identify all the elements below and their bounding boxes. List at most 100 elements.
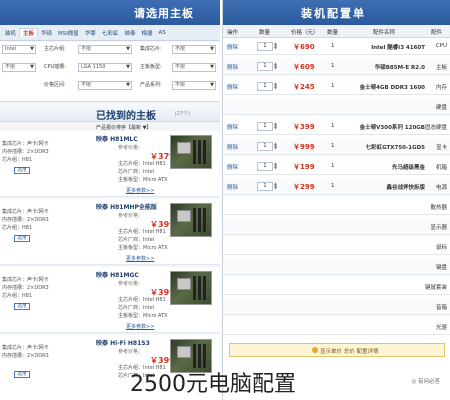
product-left-spec: 内存插槽：2×DDR3	[2, 217, 49, 223]
row-category: 硬盘	[435, 105, 447, 111]
product-name[interactable]: 映泰 Hi-Fi H81S3	[96, 338, 150, 347]
product-left-spec: 芯片组：H81	[2, 157, 33, 163]
row-part-name[interactable]: Intel 酷睿i3 4160T	[347, 43, 425, 51]
column-header: 数量	[259, 30, 271, 36]
select-product-button[interactable]: 选用	[14, 235, 30, 242]
product-spec: 主芯片组：Intel H81	[118, 161, 166, 167]
cpu-socket-select[interactable]: LGA 1150 ▼	[78, 63, 132, 72]
product-left-spec: 内存插槽：2×DDR3	[2, 285, 49, 291]
row-category: 音箱	[435, 305, 447, 311]
row-part-name[interactable]: 华硕B85M-E R2.0	[347, 63, 425, 71]
filter-label: 主板板型:	[140, 64, 162, 70]
build-row: 删除 1 ▲ ▼ ￥199 1 先马超级黑金 机箱	[223, 159, 450, 175]
delete-link[interactable]: 删除	[227, 43, 238, 51]
quantity-stepper[interactable]: 1	[257, 42, 273, 51]
motherboard-image[interactable]	[170, 135, 212, 169]
row-part-name[interactable]: 鑫谷战斧快拆版	[347, 183, 425, 191]
stepper-arrows-icon[interactable]: ▲ ▼	[274, 142, 277, 150]
build-row: 硬盘	[223, 99, 450, 115]
product-spec: 芯片厂商：Intel	[118, 169, 155, 175]
quantity-stepper[interactable]: 1	[257, 122, 273, 131]
product-spec: 主芯片组：Intel H81	[118, 297, 166, 303]
row-part-name[interactable]: 金士顿4GB DDR3 1600	[347, 83, 425, 91]
build-row: 鼠标	[223, 239, 450, 255]
row-part-name[interactable]: 七彩虹GTX750-1GD5	[347, 143, 425, 151]
ref-price-label: 参考价格：	[118, 145, 144, 151]
summary-text: 显示单价 总价 配置详情	[320, 349, 379, 355]
product-spec: 主板板型：Micro ATX	[118, 177, 168, 183]
delete-link[interactable]: 删除	[227, 83, 238, 91]
brand-tab[interactable]: 映泰	[121, 29, 138, 37]
row-count: 1	[331, 143, 335, 149]
select-product-button[interactable]: 选用	[14, 167, 30, 174]
stepper-arrows-icon[interactable]: ▲ ▼	[274, 182, 277, 190]
delete-link[interactable]: 删除	[227, 63, 238, 71]
row-category: CPU	[435, 43, 447, 49]
row-part-name[interactable]: 金士顿V300系列 120GB	[347, 123, 425, 131]
build-list-panel: 装机配置单 操作 数量 价格（元） 数量 配件名称 配件 删除 1 ▲ ▼ ￥690 1 I…	[222, 0, 450, 400]
chip-vendor-select[interactable]: Intel ▼	[2, 45, 36, 54]
row-price: ￥999	[293, 143, 315, 151]
row-count: 1	[331, 63, 335, 69]
row-category: 机箱	[435, 165, 447, 171]
board-type-select[interactable]: 不限 ▼	[172, 63, 216, 72]
more-params-link[interactable]: 更多参数>>	[126, 187, 154, 194]
series-select[interactable]: 不限 ▼	[172, 81, 216, 90]
quantity-stepper[interactable]: 1	[257, 182, 273, 191]
build-table-header: 操作 数量 价格（元） 数量 配件名称 配件	[223, 25, 450, 38]
select-product-button[interactable]: 选用	[14, 371, 30, 378]
stepper-arrows-icon[interactable]: ▲ ▼	[274, 42, 277, 50]
row-price: ￥609	[293, 63, 315, 71]
delete-link[interactable]: 删除	[227, 123, 238, 131]
delete-link[interactable]: 删除	[227, 163, 238, 171]
delete-link[interactable]: 删除	[227, 183, 238, 191]
brand-tab[interactable]: 华硕	[38, 29, 55, 37]
brand-tab[interactable]: 梅捷	[138, 29, 155, 37]
brand-tab[interactable]: 主板	[19, 28, 39, 37]
results-title: 已找到的主板	[96, 111, 156, 122]
more-params-link[interactable]: 更多参数>>	[126, 323, 154, 330]
quantity-stepper[interactable]: 1	[257, 82, 273, 91]
summary-bar[interactable]: 显示单价 总价 配置详情	[229, 343, 445, 357]
quantity-stepper[interactable]: 1	[257, 162, 273, 171]
product-spec: 主板板型：Micro ATX	[118, 313, 168, 319]
stepper-arrows-icon[interactable]: ▲ ▼	[274, 122, 277, 130]
product-name[interactable]: 映泰 H81MGC	[96, 270, 139, 279]
brand-tab[interactable]: AS	[155, 30, 168, 36]
row-part-name[interactable]: 先马超级黑金	[347, 163, 425, 171]
motherboard-image[interactable]	[170, 203, 212, 237]
filter-label: 主芯片组:	[44, 46, 66, 52]
integrated-chip-select[interactable]: 不限 ▼	[172, 45, 216, 54]
caption-watermark: 2500元电脑配置	[130, 372, 296, 397]
results-heading: 已找到的主板 (27个)	[0, 104, 220, 122]
brand-tab[interactable]: 华擎	[82, 29, 99, 37]
product-left-spec: 集成芯片：声卡/网卡	[2, 277, 49, 283]
stepper-arrows-icon[interactable]: ▲ ▼	[274, 162, 277, 170]
product-spec: 主板板型：Micro ATX	[118, 245, 168, 251]
filter-row: 不限 ▼ CPU插槽: LGA 1150 ▼ 主板板型: 不限 ▼	[0, 63, 220, 75]
stepper-arrows-icon[interactable]: ▲ ▼	[274, 82, 277, 90]
filter-select[interactable]: 不限 ▼	[2, 63, 36, 72]
part-picker-panel: 请选用主板 装机 主板 华硕 MSI微星 华擎 七彩虹 映泰 梅捷 AS Intel ▼ 主芯片组…	[0, 0, 220, 400]
row-category: 显卡	[435, 145, 447, 151]
build-row: 显示器	[223, 219, 450, 235]
chipset-select[interactable]: 不限 ▼	[78, 45, 132, 54]
chevron-down-icon: ▼	[210, 46, 214, 52]
more-params-link[interactable]: 更多参数>>	[126, 255, 154, 262]
chevron-down-icon: ▼	[30, 64, 34, 70]
help-link[interactable]: ◎ 有问必答	[411, 377, 440, 385]
quantity-stepper[interactable]: 1	[257, 62, 273, 71]
sort-control[interactable]: 产品报价排序【最新 ▼】	[96, 124, 151, 131]
quantity-stepper[interactable]: 1	[257, 142, 273, 151]
delete-link[interactable]: 删除	[227, 143, 238, 151]
brand-tab[interactable]: MSI微星	[55, 29, 82, 37]
select-product-button[interactable]: 选用	[14, 303, 30, 310]
price-range-select[interactable]: 不限 ▼	[78, 81, 132, 90]
stepper-arrows-icon[interactable]: ▲ ▼	[274, 62, 277, 70]
product-name[interactable]: 映泰 H81MHP全能版	[96, 202, 157, 211]
brand-tab[interactable]: 装机	[2, 29, 19, 37]
motherboard-image[interactable]	[170, 271, 212, 305]
row-price: ￥245	[293, 83, 315, 91]
brand-tab[interactable]: 七彩虹	[99, 29, 122, 37]
product-name[interactable]: 映泰 H81MLC	[96, 134, 138, 143]
